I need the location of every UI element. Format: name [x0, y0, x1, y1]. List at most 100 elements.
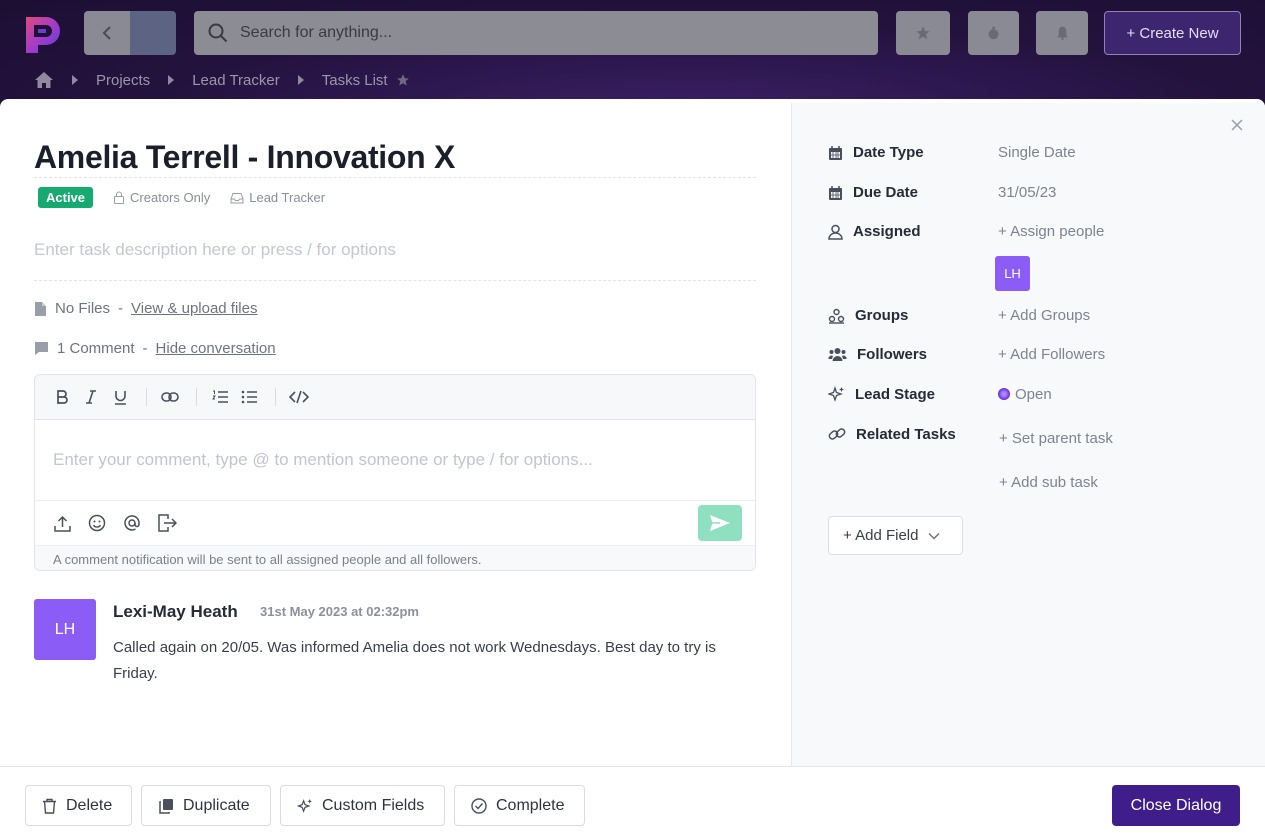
- visibility-setting[interactable]: Creators Only: [113, 190, 210, 205]
- chevron-left-icon: [102, 26, 111, 40]
- delete-label: Delete: [66, 796, 113, 814]
- field-assigned[interactable]: Assigned + Assign people: [828, 223, 1104, 240]
- comment-editor: Enter your comment, type @ to mention so…: [34, 374, 756, 571]
- delete-button[interactable]: Delete: [25, 785, 132, 826]
- field-label: Date Type: [853, 144, 924, 161]
- inbox-icon: [230, 192, 244, 203]
- complete-label: Complete: [496, 796, 565, 814]
- task-main-panel: Amelia Terrell - Innovation X Active Cre…: [0, 99, 791, 766]
- ordered-list-icon[interactable]: [209, 386, 231, 408]
- italic-icon[interactable]: [80, 386, 102, 408]
- avatar[interactable]: LH: [34, 599, 96, 660]
- custom-fields-button[interactable]: Custom Fields: [280, 785, 445, 826]
- app-header: + Create New Projects Lead Tracker Tasks…: [0, 0, 1265, 110]
- breadcrumb: Projects Lead Tracker Tasks List: [34, 69, 410, 91]
- app-logo[interactable]: [22, 11, 68, 55]
- field-label: Lead Stage: [855, 386, 936, 403]
- lock-icon: [114, 191, 125, 204]
- complete-button[interactable]: Complete: [454, 785, 585, 826]
- emoji-icon[interactable]: [86, 512, 108, 534]
- bullet-list-icon[interactable]: [238, 386, 260, 408]
- breadcrumb-projects[interactable]: Projects: [96, 72, 150, 89]
- status-badge[interactable]: Active: [38, 187, 94, 208]
- field-lead-stage[interactable]: Lead Stage Open: [828, 386, 1052, 403]
- file-icon: [35, 301, 46, 316]
- user-icon: [828, 224, 843, 240]
- favorites-button[interactable]: [896, 11, 950, 55]
- caret-right-icon: [72, 75, 78, 85]
- dialog-footer: Delete Duplicate Custom Fields Complete …: [0, 766, 1265, 837]
- link-icon[interactable]: [159, 386, 181, 408]
- task-title[interactable]: Amelia Terrell - Innovation X: [34, 139, 455, 176]
- comments-count: 1 Comment: [57, 340, 135, 357]
- task-details-sidebar: Date Type Single Date Due Date 31/05/23 …: [791, 103, 1265, 766]
- mention-icon[interactable]: [121, 512, 143, 534]
- view-upload-files-link[interactable]: View & upload files: [131, 300, 257, 317]
- duplicate-button[interactable]: Duplicate: [141, 785, 271, 826]
- assign-people-link[interactable]: + Assign people: [998, 223, 1104, 240]
- comment-input[interactable]: Enter your comment, type @ to mention so…: [35, 420, 755, 500]
- task-dialog: Amelia Terrell - Innovation X Active Cre…: [0, 99, 1265, 837]
- comments-row: 1 Comment - Hide conversation: [34, 340, 276, 357]
- sparkles-icon: [297, 798, 313, 813]
- upload-icon[interactable]: [51, 512, 73, 534]
- field-value: Open: [1015, 386, 1052, 403]
- separator: -: [118, 300, 124, 317]
- sparkles-icon: [828, 386, 844, 403]
- search-input[interactable]: [240, 24, 840, 42]
- comment-timestamp: 31st May 2023 at 02:32pm: [260, 604, 419, 619]
- add-groups-link[interactable]: + Add Groups: [998, 307, 1090, 324]
- create-new-button[interactable]: + Create New: [1104, 11, 1241, 55]
- field-date-type[interactable]: Date Type Single Date: [828, 144, 1076, 161]
- stopwatch-icon: [988, 26, 999, 40]
- field-value: + Set parent task: [999, 430, 1113, 447]
- add-followers-link[interactable]: + Add Followers: [998, 346, 1105, 363]
- star-icon[interactable]: [396, 73, 410, 87]
- field-label: Due Date: [853, 184, 919, 201]
- separator: -: [142, 340, 148, 357]
- field-label: Related Tasks: [856, 425, 956, 443]
- close-icon[interactable]: [1228, 116, 1246, 134]
- field-groups[interactable]: Groups + Add Groups: [828, 307, 1090, 324]
- visibility-label: Creators Only: [130, 190, 211, 205]
- field-value: 31/05/23: [998, 184, 1057, 201]
- search-bar[interactable]: [194, 11, 878, 55]
- task-description-input[interactable]: Enter task description here or press / f…: [34, 240, 396, 260]
- toolbar-divider: [275, 388, 276, 406]
- export-icon[interactable]: [156, 512, 178, 534]
- hide-conversation-link[interactable]: Hide conversation: [156, 340, 276, 357]
- divider: [34, 177, 756, 178]
- field-label: Groups: [855, 307, 909, 324]
- files-row: No Files - View & upload files: [34, 300, 257, 317]
- breadcrumb-lead-tracker[interactable]: Lead Tracker: [192, 72, 280, 89]
- add-field-button[interactable]: + Add Field: [828, 516, 963, 555]
- close-dialog-button[interactable]: Close Dialog: [1112, 785, 1240, 826]
- add-field-label: + Add Field: [843, 527, 919, 544]
- comment-author[interactable]: Lexi-May Heath: [113, 602, 238, 622]
- field-followers[interactable]: Followers + Add Followers: [828, 346, 1105, 363]
- field-label: Assigned: [853, 223, 921, 240]
- timer-button[interactable]: [968, 11, 1019, 55]
- field-value: + Add sub task: [999, 474, 1098, 491]
- toolbar-divider: [146, 388, 147, 406]
- task-meta: Active Creators Only Lead Tracker: [38, 187, 325, 208]
- avatar[interactable]: LH: [995, 256, 1030, 291]
- back-button[interactable]: [84, 11, 176, 55]
- home-icon[interactable]: [34, 71, 54, 89]
- toolbar-divider: [196, 388, 197, 406]
- breadcrumb-tasks-list[interactable]: Tasks List: [322, 72, 388, 89]
- notifications-button[interactable]: [1036, 11, 1088, 55]
- editor-toolbar: [35, 375, 755, 420]
- send-comment-button[interactable]: [698, 505, 742, 541]
- code-icon[interactable]: [288, 386, 310, 408]
- bell-icon: [1056, 26, 1068, 40]
- set-parent-task-link[interactable]: + Set parent task: [999, 430, 1113, 447]
- bold-icon[interactable]: [51, 386, 73, 408]
- add-sub-task-link[interactable]: + Add sub task: [999, 474, 1098, 491]
- underline-icon[interactable]: [109, 386, 131, 408]
- comment-icon: [35, 342, 48, 355]
- lead-stage-value[interactable]: Open: [998, 386, 1052, 403]
- project-link[interactable]: Lead Tracker: [230, 190, 325, 205]
- comment-notification-note: A comment notification will be sent to a…: [35, 545, 755, 570]
- field-due-date[interactable]: Due Date 31/05/23: [828, 184, 1056, 201]
